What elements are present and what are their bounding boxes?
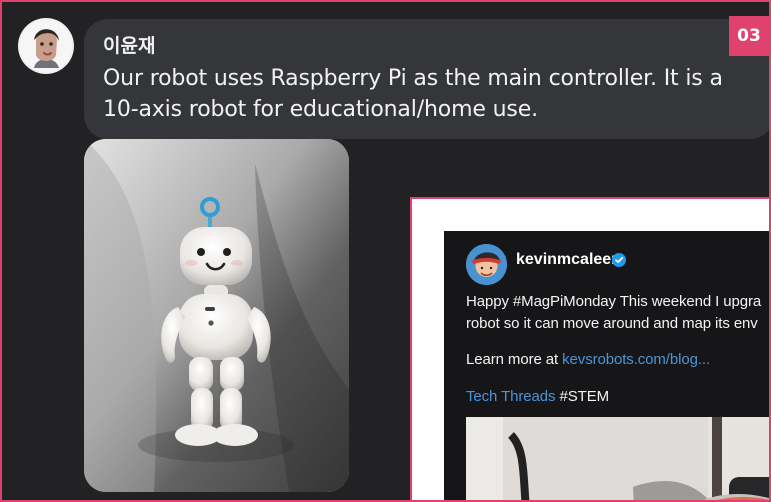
message-bubble[interactable]: 이윤재 Our robot uses Raspberry Pi as the m… — [84, 19, 769, 139]
social-post-card[interactable]: kevinmcaleer Happy #MagPiMonday This wee… — [444, 231, 769, 500]
user-portrait-icon — [20, 20, 72, 72]
social-user-avatar[interactable] — [466, 244, 507, 285]
step-badge: 03 — [729, 16, 769, 56]
post-preview-image[interactable] — [466, 417, 769, 500]
social-avatar-icon — [466, 244, 507, 285]
social-username[interactable]: kevinmcaleer — [516, 251, 617, 269]
post-text-line-1: Happy #MagPiMonday This weekend I upgra — [466, 293, 762, 310]
learn-more-row: Learn more at kevsrobots.com/blog... — [466, 350, 710, 370]
learn-more-prefix: Learn more at — [466, 351, 563, 368]
post-preview-photo — [466, 417, 769, 500]
verified-check-icon — [612, 253, 626, 267]
user-avatar[interactable] — [20, 20, 72, 72]
blog-link[interactable]: kevsrobots.com/blog... — [562, 351, 710, 368]
chat-panel: 이윤재 Our robot uses Raspberry Pi as the m… — [0, 0, 771, 502]
social-post-inset[interactable]: kevinmcaleer Happy #MagPiMonday This wee… — [410, 197, 769, 500]
stem-hashtag[interactable]: #STEM — [555, 388, 609, 405]
tech-threads-link[interactable]: Tech Threads — [466, 388, 556, 405]
message-text: Our robot uses Raspberry Pi as the main … — [103, 66, 723, 122]
tag-row: Tech Threads #STEM — [466, 387, 609, 407]
robot-photo-image — [84, 139, 349, 492]
robot-photo[interactable] — [84, 139, 349, 492]
sender-name: 이윤재 — [103, 35, 156, 57]
post-text-line-2: robot so it can move around and map its … — [466, 315, 758, 332]
screenshot-frame: 이윤재 Our robot uses Raspberry Pi as the m… — [0, 0, 771, 502]
